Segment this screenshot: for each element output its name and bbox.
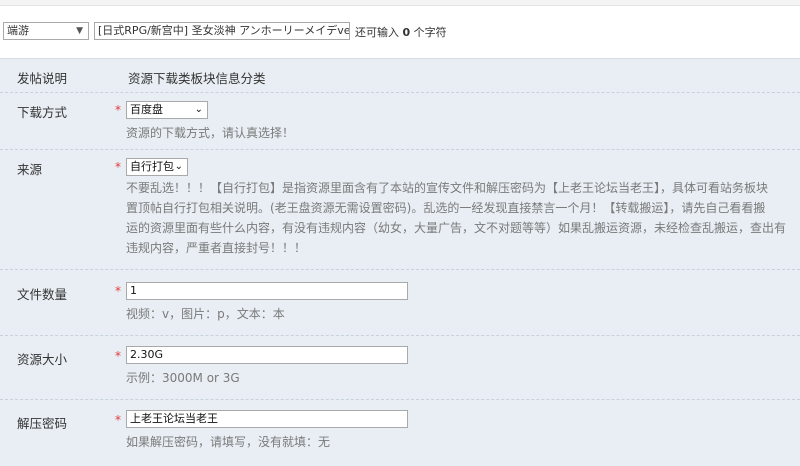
file-count-help: 视频：v，图片：p，文本：本	[126, 307, 285, 321]
source-help-line-3: 运的资源里面有些什么内容，有没有违规内容（幼女，大量广告，文不对题等等）如果乱搬…	[126, 221, 787, 235]
resource-size-help: 示例：3000M or 3G	[126, 371, 240, 385]
source-value: 自行打包	[130, 160, 174, 173]
chevron-down-icon: ⌄	[174, 161, 183, 172]
title-bar: 端游 ▼ [日式RPG/新宫中] 圣女淡神 アンホーリーメイデver1.01 还…	[0, 16, 800, 46]
source-help-line-2: 置顶帖自行打包相关说明。(老王盘资源无需设置密码)。乱选的一经发现直接禁言一个月…	[126, 201, 766, 215]
title-input-value: [日式RPG/新宫中] 圣女淡神 アンホーリーメイデver1.01	[98, 24, 350, 37]
type-select-value: 端游	[7, 24, 29, 37]
download-method-value: 百度盘	[130, 103, 163, 116]
title-input[interactable]: [日式RPG/新宫中] 圣女淡神 アンホーリーメイデver1.01	[94, 22, 350, 40]
file-count-value: 1	[130, 284, 137, 297]
download-method-label: 下载方式	[17, 105, 68, 120]
source-select[interactable]: 自行打包 ⌄	[126, 158, 188, 176]
file-count-input[interactable]: 1	[126, 282, 408, 300]
chevron-down-icon: ▼	[76, 26, 83, 36]
required-marker: *	[115, 413, 121, 427]
file-count-label: 文件数量	[17, 287, 68, 302]
required-marker: *	[115, 284, 121, 298]
type-select[interactable]: 端游 ▼	[3, 22, 89, 40]
char-remaining-prefix: 还可输入	[355, 26, 399, 39]
required-marker: *	[115, 349, 121, 363]
chevron-down-icon: ⌄	[194, 104, 203, 115]
resource-size-value: 2.30G	[130, 348, 164, 361]
form-row-download-method: 下载方式 * 百度盘 ⌄ 资源的下载方式，请认真选择！	[0, 93, 800, 150]
char-remaining-count: 0	[402, 26, 411, 39]
top-border	[0, 0, 800, 6]
source-help-line-4: 违规内容，严重者直接封号！！！	[126, 241, 307, 255]
required-marker: *	[115, 160, 121, 174]
resource-size-label: 资源大小	[17, 352, 68, 367]
unzip-password-label: 解压密码	[17, 416, 68, 431]
download-method-help: 资源的下载方式，请认真选择！	[126, 126, 295, 140]
header-text: 资源下载类板块信息分类	[128, 71, 266, 86]
header-label: 发帖说明	[17, 71, 68, 86]
unzip-password-help: 如果解压密码，请填写，没有就填：无	[126, 435, 331, 449]
form-row-file-count: 文件数量 * 1 视频：v，图片：p，文本：本	[0, 270, 800, 336]
form-row-source: 来源 * 自行打包 ⌄ 不要乱选！！！【自行打包】是指资源里面含有了本站的宣传文…	[0, 150, 800, 270]
source-label: 来源	[17, 162, 43, 177]
unzip-password-value: 上老王论坛当老王	[130, 412, 218, 425]
char-remaining: 还可输入 0 个字符	[355, 24, 447, 40]
form-row-resource-size: 资源大小 * 2.30G 示例：3000M or 3G	[0, 336, 800, 400]
source-help-line-1: 不要乱选！！！【自行打包】是指资源里面含有了本站的宣传文件和解压密码为【上老王论…	[126, 181, 769, 195]
form-row-unzip-password: 解压密码 * 上老王论坛当老王 如果解压密码，请填写，没有就填：无	[0, 400, 800, 466]
required-marker: *	[115, 103, 121, 117]
char-remaining-suffix: 个字符	[413, 26, 447, 39]
download-method-select[interactable]: 百度盘 ⌄	[126, 101, 208, 119]
unzip-password-input[interactable]: 上老王论坛当老王	[126, 410, 408, 428]
resource-size-input[interactable]: 2.30G	[126, 346, 408, 364]
post-form: 发帖说明 资源下载类板块信息分类 下载方式 * 百度盘 ⌄ 资源的下载方式，请认…	[0, 58, 800, 466]
form-row-header: 发帖说明 资源下载类板块信息分类	[0, 59, 800, 93]
